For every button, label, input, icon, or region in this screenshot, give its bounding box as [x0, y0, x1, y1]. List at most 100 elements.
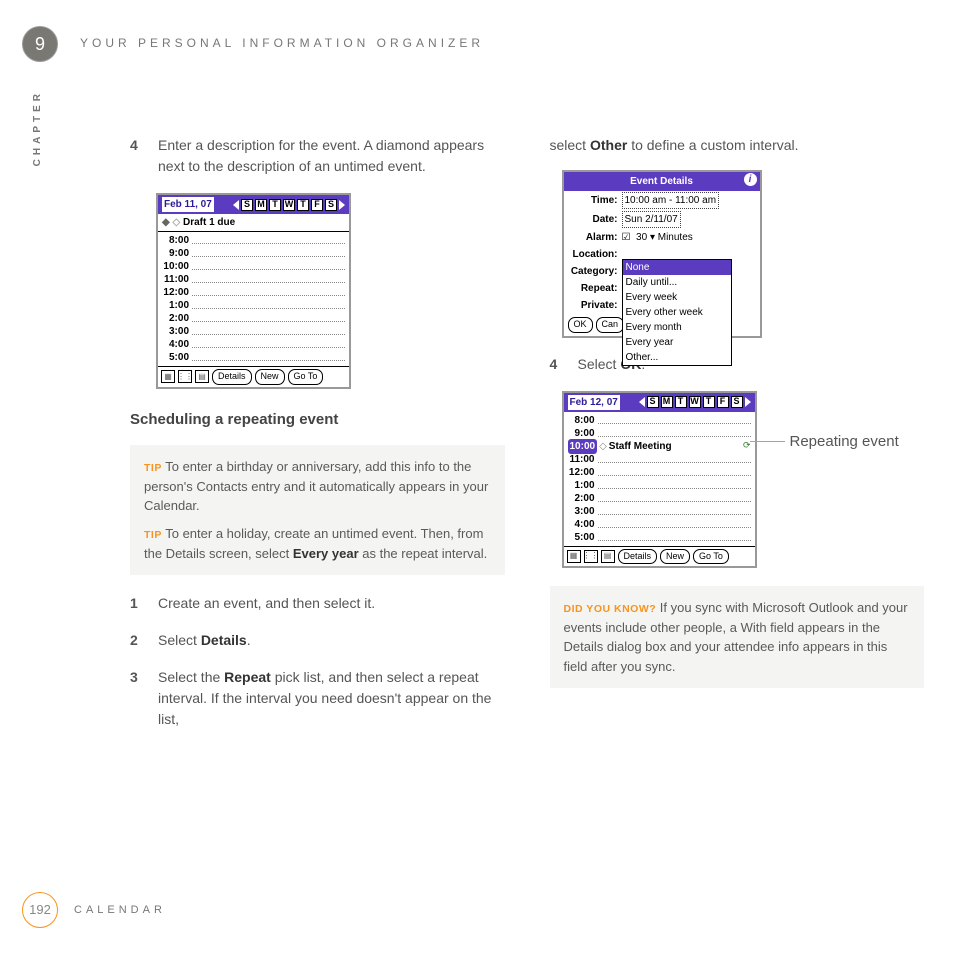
page-number: 192: [22, 892, 58, 928]
new-button[interactable]: New: [255, 369, 285, 385]
dow-f[interactable]: F: [717, 396, 729, 408]
step-text: Select the Repeat pick list, and then se…: [158, 667, 505, 730]
tip-text-2c: as the repeat interval.: [359, 546, 488, 561]
dow-t2[interactable]: T: [703, 396, 715, 408]
new-button[interactable]: New: [660, 549, 690, 565]
event-details-dialog: Event Details i Time:10:00 am - 11:00 am…: [562, 170, 762, 338]
header-title: YOUR PERSONAL INFORMATION ORGANIZER: [80, 34, 484, 52]
dow-s2[interactable]: S: [731, 396, 743, 408]
tip-label: TIP: [144, 462, 162, 474]
view-week-icon[interactable]: ⋮⋮: [178, 370, 192, 383]
category-label: Category:: [568, 264, 622, 279]
dow-s[interactable]: S: [647, 396, 659, 408]
private-label: Private:: [568, 298, 622, 313]
page-footer: 192 CALENDAR: [22, 892, 166, 928]
step-number: 4: [130, 135, 144, 177]
time-value[interactable]: 10:00 am - 11:00 am: [622, 192, 720, 209]
slot-time[interactable]: 5:00: [162, 350, 192, 365]
menu-item-biweekly[interactable]: Every other week: [623, 305, 731, 320]
menu-item-weekly[interactable]: Every week: [623, 290, 731, 305]
tip-text-1: To enter a birthday or anniversary, add …: [144, 459, 488, 513]
chapter-vertical-label: CHAPTER: [30, 90, 45, 166]
dow-t[interactable]: T: [269, 199, 281, 211]
did-you-know-box: DID YOU KNOW? If you sync with Microsoft…: [550, 586, 925, 688]
slot-time[interactable]: 5:00: [568, 530, 598, 545]
calendar-footer: ▦ ⋮⋮ ▤ Details New Go To: [564, 546, 755, 567]
step-text: Enter a description for the event. A dia…: [158, 135, 505, 177]
dow-s[interactable]: S: [241, 199, 253, 211]
untimed-event-text: Draft 1 due: [183, 217, 235, 228]
step-number: 3: [130, 667, 144, 730]
right-arrow-icon[interactable]: [745, 397, 751, 407]
callout-repeating-event: Repeating event: [790, 431, 899, 454]
menu-item-yearly[interactable]: Every year: [623, 335, 731, 350]
chapter-number-badge: 9: [22, 26, 58, 62]
step-number: 1: [130, 593, 144, 614]
dow-w[interactable]: W: [283, 199, 295, 211]
dow-f[interactable]: F: [311, 199, 323, 211]
menu-item-other[interactable]: Other...: [623, 350, 731, 365]
right-arrow-icon[interactable]: [339, 200, 345, 210]
calendar-footer: ▦ ⋮⋮ ▤ Details New Go To: [158, 366, 349, 387]
calendar-header: Feb 12, 07 S M T W T F S: [564, 393, 755, 412]
left-column: 4 Enter a description for the event. A d…: [130, 135, 505, 746]
dow-t[interactable]: T: [675, 396, 687, 408]
calendar-date: Feb 11, 07: [162, 197, 214, 212]
dow-t2[interactable]: T: [297, 199, 309, 211]
date-label: Date:: [568, 212, 622, 227]
section-heading: Scheduling a repeating event: [130, 409, 505, 432]
calendar-date: Feb 12, 07: [568, 395, 620, 410]
step-text: Create an event, and then select it.: [158, 593, 505, 614]
info-icon[interactable]: i: [744, 173, 757, 186]
repeat-dropdown-menu[interactable]: None Daily until... Every week Every oth…: [622, 259, 732, 366]
time-slots: 8:00 9:00 10:00 11:00 12:00 1:00 2:00 3:…: [158, 232, 349, 366]
continuation-text: select Other to define a custom interval…: [550, 135, 925, 156]
step-text: Select Details.: [158, 630, 505, 651]
view-day-icon[interactable]: ▦: [161, 370, 175, 383]
tip-label: TIP: [144, 529, 162, 541]
view-day-icon[interactable]: ▦: [567, 550, 581, 563]
calendar-header: Feb 11, 07 S M T W T F S: [158, 195, 349, 214]
diamond-icon: ◆: [162, 217, 170, 228]
dialog-title: Event Details i: [564, 172, 760, 191]
menu-item-monthly[interactable]: Every month: [623, 320, 731, 335]
alarm-checkbox[interactable]: ☑: [622, 232, 631, 243]
view-week-icon[interactable]: ⋮⋮: [584, 550, 598, 563]
alarm-unit: Minutes: [658, 232, 693, 243]
right-column: select Other to define a custom interval…: [550, 135, 925, 746]
details-button[interactable]: Details: [212, 369, 252, 385]
date-value[interactable]: Sun 2/11/07: [622, 211, 681, 228]
dow-m[interactable]: M: [661, 396, 673, 408]
view-month-icon[interactable]: ▤: [601, 550, 615, 563]
dow-w[interactable]: W: [689, 396, 701, 408]
calendar-screenshot-2: Feb 12, 07 S M T W T F S 8:00 9:00 1: [562, 391, 757, 569]
dropdown-arrow-icon[interactable]: ▾: [650, 232, 655, 243]
step-number: 2: [130, 630, 144, 651]
dow-m[interactable]: M: [255, 199, 267, 211]
left-arrow-icon[interactable]: [639, 397, 645, 407]
goto-button[interactable]: Go To: [288, 369, 324, 385]
menu-item-daily[interactable]: Daily until...: [623, 275, 731, 290]
ok-button[interactable]: OK: [568, 317, 593, 333]
calendar-screenshot-1: Feb 11, 07 S M T W T F S ◆ ◇ Draft 1 due…: [156, 193, 351, 389]
view-month-icon[interactable]: ▤: [195, 370, 209, 383]
tip-box: TIP To enter a birthday or anniversary, …: [130, 445, 505, 575]
dow-s2[interactable]: S: [325, 199, 337, 211]
time-label: Time:: [568, 193, 622, 208]
step-number: 4: [550, 354, 564, 375]
untimed-event-row[interactable]: ◆ ◇ Draft 1 due: [158, 214, 349, 232]
alarm-label: Alarm:: [568, 230, 622, 245]
left-arrow-icon[interactable]: [233, 200, 239, 210]
location-label: Location:: [568, 247, 622, 262]
goto-button[interactable]: Go To: [693, 549, 729, 565]
cancel-button-clipped[interactable]: Can: [596, 317, 625, 333]
event-name: Staff Meeting: [609, 439, 672, 454]
time-slots: 8:00 9:00 10:00 ◇ Staff Meeting ⟳ 11:00 …: [564, 412, 755, 546]
details-button[interactable]: Details: [618, 549, 658, 565]
alarm-number[interactable]: 30: [636, 232, 647, 243]
dyk-label: DID YOU KNOW?: [564, 603, 657, 615]
tip-text-2b: Every year: [293, 546, 359, 561]
repeat-label: Repeat:: [568, 281, 622, 296]
menu-item-none[interactable]: None: [623, 260, 731, 275]
footer-category: CALENDAR: [74, 902, 166, 919]
